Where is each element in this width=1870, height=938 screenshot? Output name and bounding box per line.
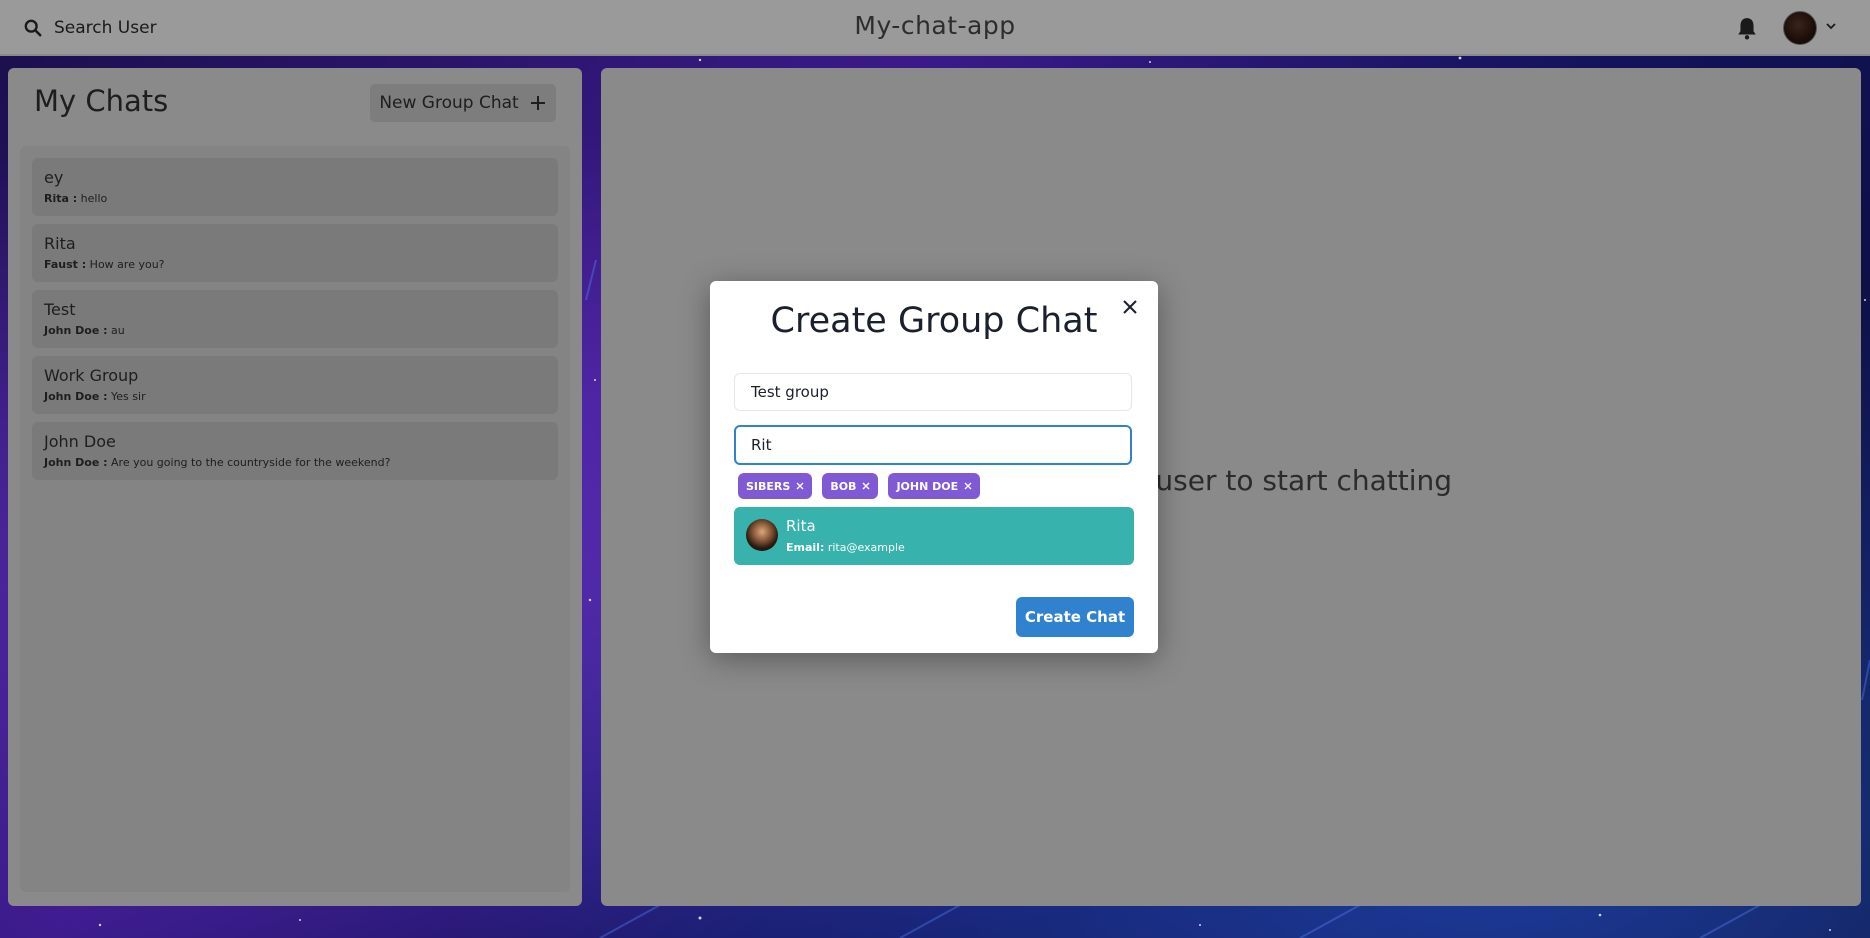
close-icon[interactable] — [860, 480, 872, 492]
add-users-input[interactable] — [734, 425, 1132, 465]
user-badge: BOB — [822, 473, 879, 499]
user-badge-label: SIBERS — [746, 479, 791, 493]
user-badge-label: JOHN DOE — [896, 479, 959, 493]
close-icon[interactable] — [962, 480, 974, 492]
close-icon[interactable] — [1118, 295, 1142, 319]
result-user-name: Rita — [786, 517, 816, 535]
modal-title: Create Group Chat — [770, 301, 1098, 341]
avatar — [746, 519, 778, 551]
selected-users: SIBERS BOB JOHN DOE — [738, 473, 981, 499]
user-badge: SIBERS — [738, 473, 813, 499]
user-badge: JOHN DOE — [888, 473, 981, 499]
create-chat-button[interactable]: Create Chat — [1016, 597, 1134, 637]
user-badge-label: BOB — [830, 479, 857, 493]
chat-name-input[interactable] — [734, 373, 1132, 411]
create-group-chat-modal: Create Group Chat SIBERS BOB JOHN DOE Ri… — [710, 281, 1158, 653]
user-search-result[interactable]: Rita Email: rita@example — [734, 507, 1134, 565]
result-user-email: Email: rita@example — [786, 541, 905, 554]
close-icon[interactable] — [794, 480, 806, 492]
